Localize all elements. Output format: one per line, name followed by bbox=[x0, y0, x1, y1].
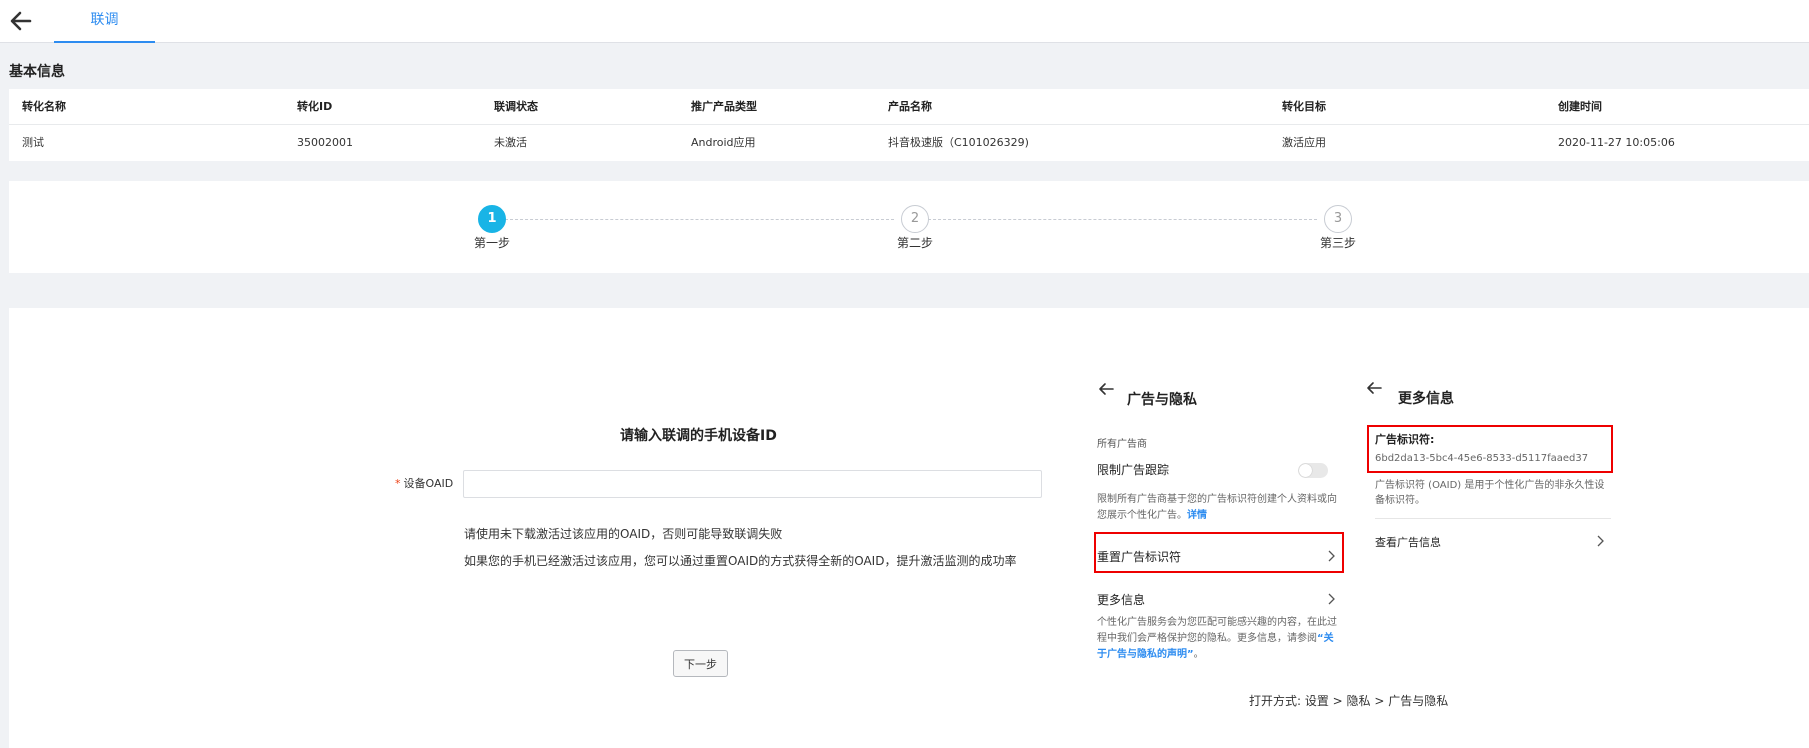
step-number: 2 bbox=[901, 205, 929, 233]
step-label: 第二步 bbox=[896, 236, 933, 250]
ad-id-desc: 广告标识符 (OAID) 是用于个性化广告的非永久性设备标识符。 bbox=[1375, 480, 1605, 506]
tab-joint-debug[interactable]: 联调 bbox=[54, 0, 155, 43]
required-mark: * bbox=[395, 477, 401, 490]
oaid-label: * 设备OAID bbox=[395, 475, 453, 491]
step-number: 3 bbox=[1324, 205, 1352, 233]
column-header: 转化名称 bbox=[22, 100, 66, 113]
ad-id-value: 6bd2da13-5bc4-45e6-8533-d5117faaed37 bbox=[1375, 453, 1589, 464]
arrow-left-icon[interactable] bbox=[1365, 379, 1383, 397]
column-header: 产品名称 bbox=[888, 100, 932, 113]
chevron-right-icon bbox=[1328, 550, 1335, 562]
cell-conversion-name: 测试 bbox=[22, 136, 44, 149]
cell-debug-status: 未激活 bbox=[494, 136, 527, 149]
step-label: 第一步 bbox=[473, 236, 510, 250]
guide-title-more-info: 更多信息 bbox=[1398, 391, 1454, 407]
cell-product-name: 抖音极速版（C101026329) bbox=[888, 136, 1029, 149]
step-connector bbox=[505, 219, 894, 220]
more-info-desc-text: 个性化广告服务会为您匹配可能感兴趣的内容，在此过程中我们会严格保护您的隐私。更多… bbox=[1097, 617, 1337, 644]
next-step-button[interactable]: 下一步 bbox=[673, 650, 728, 677]
cell-product-type: Android应用 bbox=[691, 136, 756, 149]
arrow-left-icon[interactable] bbox=[1097, 380, 1115, 398]
guide-title-ad-privacy: 广告与隐私 bbox=[1127, 392, 1197, 408]
step-2: 2 第二步 bbox=[885, 205, 945, 251]
more-info-desc: 个性化广告服务会为您匹配可能感兴趣的内容，在此过程中我们会严格保护您的隐私。更多… bbox=[1097, 615, 1342, 663]
chevron-right-icon bbox=[1597, 535, 1604, 547]
table-row: 测试 35002001 未激活 Android应用 抖音极速版（C1010263… bbox=[9, 125, 1809, 161]
column-header: 联调状态 bbox=[494, 100, 538, 113]
all-advertisers-label: 所有广告商 bbox=[1097, 439, 1147, 450]
top-bar: 联调 bbox=[0, 0, 1809, 43]
limit-tracking-desc-text: 限制所有广告商基于您的广告标识符创建个人资料或向您展示个性化广告。 bbox=[1097, 494, 1337, 521]
table-header-row: 转化名称 转化ID 联调状态 推广产品类型 产品名称 转化目标 创建时间 bbox=[9, 89, 1809, 125]
column-header: 创建时间 bbox=[1558, 100, 1602, 113]
steps-indicator: 1 第一步 2 第二步 3 第三步 bbox=[9, 181, 1809, 273]
chevron-right-icon bbox=[1328, 593, 1335, 605]
column-header: 推广产品类型 bbox=[691, 100, 757, 113]
step-number: 1 bbox=[478, 205, 506, 233]
tip-line-1: 请使用未下载激活过该应用的OAID，否则可能导致联调失败 bbox=[464, 527, 783, 541]
reset-ad-id-label: 重置广告标识符 bbox=[1097, 550, 1182, 564]
cell-conversion-id: 35002001 bbox=[297, 136, 353, 149]
step-connector bbox=[928, 219, 1317, 220]
step-label: 第三步 bbox=[1319, 236, 1356, 250]
oaid-label-text: 设备OAID bbox=[403, 477, 454, 490]
section-title-basic-info: 基本信息 bbox=[9, 64, 65, 80]
more-info-item[interactable]: 更多信息 bbox=[1097, 591, 1145, 608]
form-title: 请输入联调的手机设备ID bbox=[620, 428, 777, 444]
column-header: 转化ID bbox=[297, 100, 333, 113]
limit-tracking-desc: 限制所有广告商基于您的广告标识符创建个人资料或向您展示个性化广告。详情 bbox=[1097, 492, 1342, 524]
column-header: 转化目标 bbox=[1282, 100, 1326, 113]
cell-conversion-goal: 激活应用 bbox=[1282, 136, 1326, 149]
divider bbox=[1375, 518, 1611, 519]
more-info-desc-end: 。 bbox=[1193, 649, 1204, 660]
basic-info-table: 转化名称 转化ID 联调状态 推广产品类型 产品名称 转化目标 创建时间 测试 … bbox=[9, 89, 1809, 161]
main-panel: 请输入联调的手机设备ID * 设备OAID 请使用未下载激活过该应用的OAID，否… bbox=[9, 308, 1809, 748]
view-ad-info-item[interactable]: 查看广告信息 bbox=[1375, 534, 1441, 550]
tip-line-2: 如果您的手机已经激活过该应用，您可以通过重置OAID的方式获得全新的OAID，提… bbox=[464, 554, 1017, 568]
oaid-input[interactable] bbox=[463, 470, 1042, 498]
details-link[interactable]: 详情 bbox=[1187, 510, 1207, 521]
limit-tracking-toggle[interactable] bbox=[1298, 463, 1328, 478]
step-3: 3 第三步 bbox=[1308, 205, 1368, 251]
cell-created-time: 2020-11-27 10:05:06 bbox=[1558, 136, 1675, 149]
limit-tracking-label: 限制广告跟踪 bbox=[1097, 463, 1170, 477]
arrow-left-icon[interactable] bbox=[8, 8, 34, 34]
step-1: 1 第一步 bbox=[462, 205, 522, 251]
ad-id-label: 广告标识符: bbox=[1375, 433, 1435, 446]
open-way-hint: 打开方式: 设置 > 隐私 > 广告与隐私 bbox=[1249, 694, 1449, 708]
